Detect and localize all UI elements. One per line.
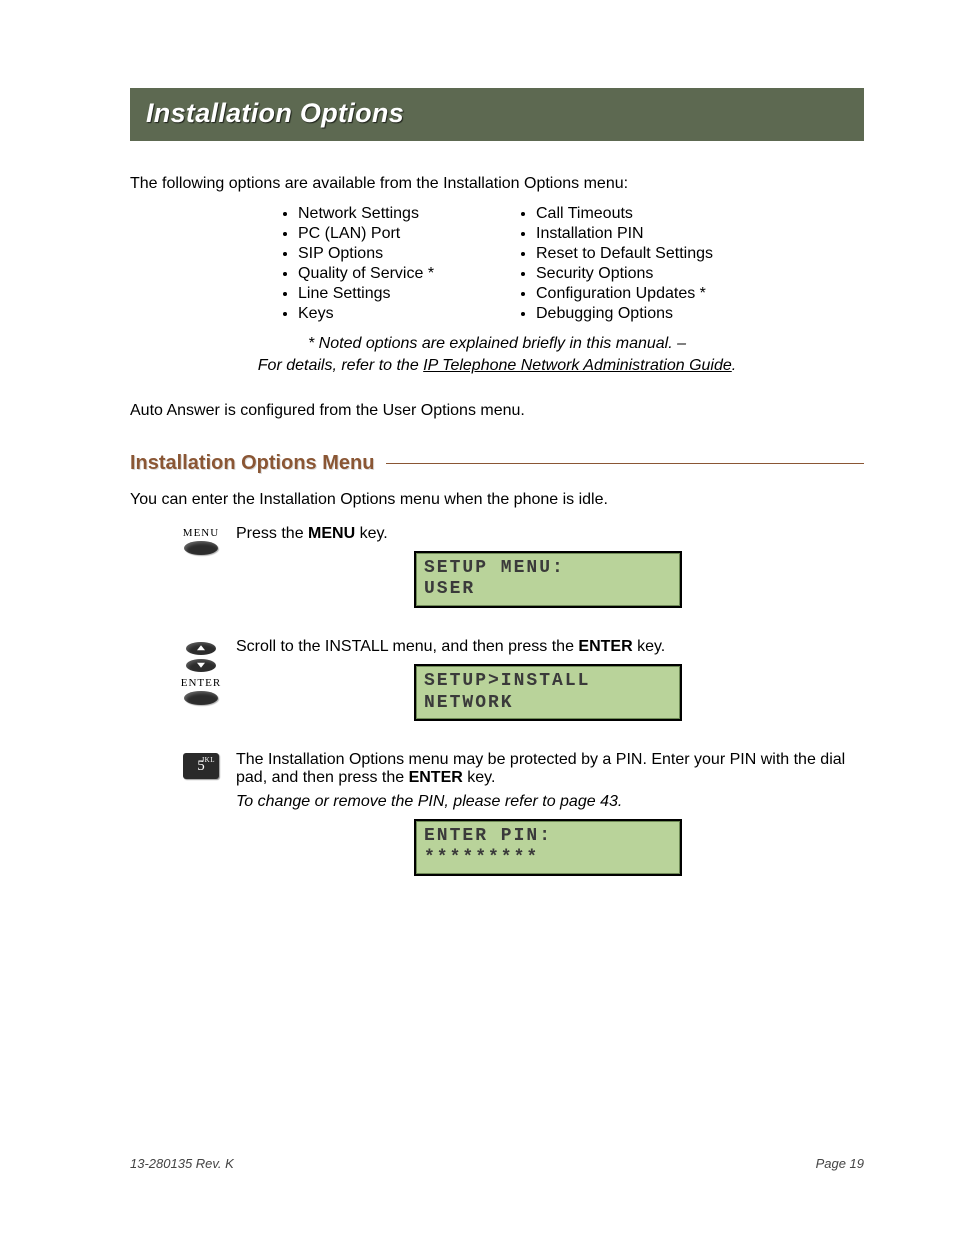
step-3-text: The Installation Options menu may be pro…	[236, 751, 864, 787]
list-item: PC (LAN) Port	[298, 225, 518, 243]
text: key.	[463, 769, 496, 786]
list-item: Line Settings	[298, 285, 518, 303]
list-item: SIP Options	[298, 245, 518, 263]
menu-key-icon	[184, 541, 218, 555]
lcd-line: SETUP>INSTALL	[424, 671, 672, 693]
step-2: ENTER Scroll to the INSTALL menu, and th…	[130, 638, 864, 735]
list-item: Network Settings	[298, 205, 518, 223]
lcd-line: USER	[424, 579, 672, 601]
text: The Installation Options menu may be pro…	[236, 751, 845, 786]
text: key.	[633, 638, 666, 655]
page-title: Installation Options	[146, 98, 848, 129]
intro-text: The following options are available from…	[130, 175, 864, 193]
footnote-line2-pre: For details, refer to the	[258, 357, 423, 374]
text: Press the	[236, 525, 308, 542]
enter-key-label: ENTER	[181, 677, 221, 689]
text: key.	[355, 525, 388, 542]
list-item: Call Timeouts	[536, 205, 756, 223]
section-intro: You can enter the Installation Options m…	[130, 491, 864, 509]
list-item: Configuration Updates *	[536, 285, 756, 303]
footnote-line1: * Noted options are explained briefly in…	[308, 335, 686, 352]
down-arrow-key-icon	[186, 659, 216, 672]
key-letters: JKL	[201, 756, 215, 764]
step-3: 5 JKL The Installation Options menu may …	[130, 751, 864, 890]
step-1: MENU Press the MENU key. SETUP MENU: USE…	[130, 525, 864, 622]
options-columns: Network Settings PC (LAN) Port SIP Optio…	[280, 203, 864, 325]
text: Scroll to the INSTALL menu, and then pre…	[236, 638, 578, 655]
enter-key-icon	[184, 691, 218, 705]
list-item: Keys	[298, 305, 518, 323]
footnote-line2-post: .	[732, 357, 736, 374]
footnote: * Noted options are explained briefly in…	[190, 333, 804, 378]
text-bold: ENTER	[578, 638, 632, 655]
page-footer: 13-280135 Rev. K Page 19	[130, 1156, 864, 1171]
step-2-text: Scroll to the INSTALL menu, and then pre…	[236, 638, 864, 656]
heading-rule	[386, 463, 864, 464]
options-list-right: Call Timeouts Installation PIN Reset to …	[518, 203, 756, 325]
lcd-line: ENTER PIN:	[424, 826, 672, 848]
options-list-left: Network Settings PC (LAN) Port SIP Optio…	[280, 203, 518, 325]
list-item: Debugging Options	[536, 305, 756, 323]
doc-revision: 13-280135 Rev. K	[130, 1156, 234, 1171]
list-item: Security Options	[536, 265, 756, 283]
up-arrow-key-icon	[186, 642, 216, 655]
section-title: Installation Options Menu	[130, 452, 374, 475]
guide-link: IP Telephone Network Administration Guid…	[423, 357, 732, 374]
list-item: Installation PIN	[536, 225, 756, 243]
pin-change-note: To change or remove the PIN, please refe…	[236, 793, 864, 811]
page-number: Page 19	[816, 1156, 864, 1171]
step-1-text: Press the MENU key.	[236, 525, 864, 543]
text-bold: MENU	[308, 525, 355, 542]
list-item: Quality of Service *	[298, 265, 518, 283]
text-bold: ENTER	[409, 769, 463, 786]
menu-key-label: MENU	[183, 527, 219, 539]
lcd-display-1: SETUP MENU: USER	[414, 551, 682, 608]
lcd-display-2: SETUP>INSTALL NETWORK	[414, 664, 682, 721]
lcd-line: NETWORK	[424, 693, 672, 715]
section-heading: Installation Options Menu	[130, 452, 864, 475]
dialpad-5-key-icon: 5 JKL	[183, 753, 219, 779]
page-header: Installation Options	[130, 88, 864, 141]
list-item: Reset to Default Settings	[536, 245, 756, 263]
lcd-line: *********	[424, 848, 672, 870]
lcd-display-3: ENTER PIN: *********	[414, 819, 682, 876]
lcd-line: SETUP MENU:	[424, 558, 672, 580]
auto-answer-note: Auto Answer is configured from the User …	[130, 402, 864, 420]
